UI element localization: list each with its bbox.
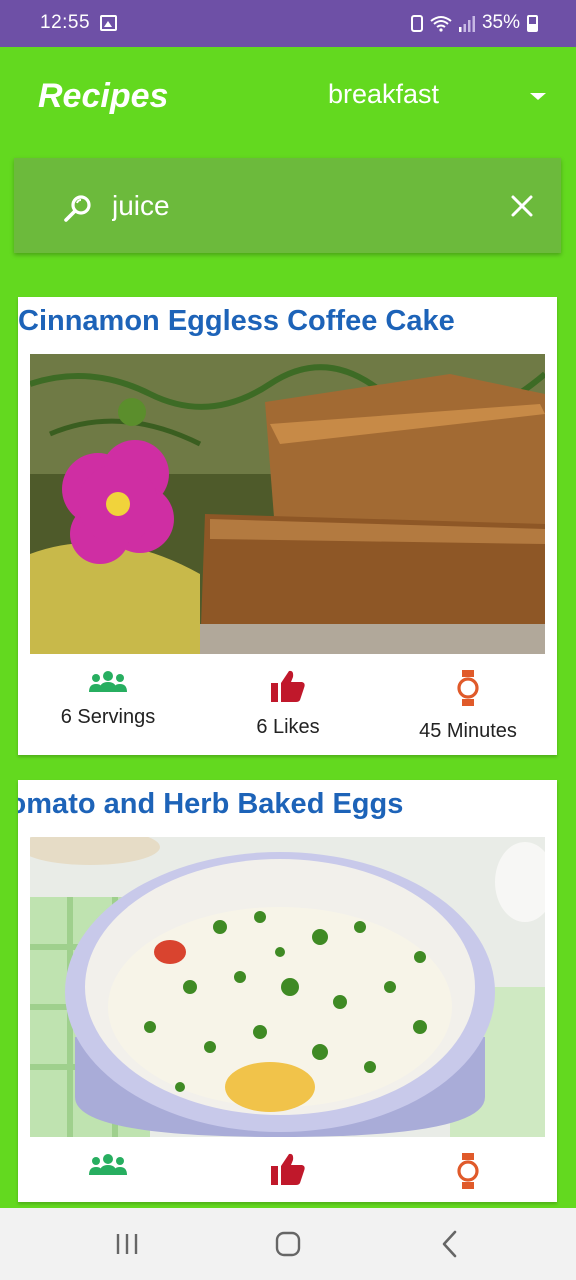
app-title: Recipes — [38, 77, 169, 115]
battery-percent: 35% — [481, 12, 520, 33]
category-selected-value: breakfast — [328, 79, 440, 109]
chevron-down-icon — [530, 93, 546, 100]
time-label: 45 Minutes — [419, 720, 517, 742]
servings-label: 6 Servings — [60, 706, 156, 728]
battery-saver-icon — [410, 14, 423, 32]
thumb-up-icon — [271, 670, 305, 702]
recipe-title: Cinnamon Eggless Coffee Cake — [18, 305, 455, 337]
search-input[interactable] — [112, 186, 492, 226]
home-icon[interactable] — [268, 1226, 308, 1262]
back-icon[interactable] — [430, 1226, 470, 1262]
recipe-card[interactable]: Cinnamon Eggless Coffee Cake 6 Servings … — [18, 297, 557, 755]
recipe-image[interactable] — [30, 354, 545, 654]
thumb-up-icon — [271, 1153, 305, 1185]
system-nav-bar — [0, 1208, 576, 1280]
wifi-icon — [430, 15, 452, 32]
servings-stat — [18, 1153, 198, 1175]
status-time: 12:55 — [40, 12, 91, 33]
recipe-stats — [18, 1153, 557, 1202]
signal-icon — [458, 15, 475, 32]
gallery-notification-icon — [100, 15, 117, 31]
app-bar: Recipes breakfast — [0, 47, 576, 147]
time-stat: 45 Minutes — [378, 670, 557, 743]
recipe-title: Tomato and Herb Baked Eggs — [18, 788, 404, 820]
search-icon[interactable] — [62, 192, 94, 224]
search-box — [14, 158, 561, 253]
likes-label: 6 Likes — [256, 716, 320, 738]
recipe-image[interactable] — [30, 837, 545, 1137]
recipe-card[interactable]: Tomato and Herb Baked Eggs — [18, 780, 557, 1202]
category-dropdown[interactable]: breakfast — [328, 79, 558, 115]
group-icon — [89, 671, 127, 692]
group-icon — [89, 1154, 127, 1175]
recent-apps-icon[interactable] — [107, 1226, 147, 1262]
servings-stat: 6 Servings — [18, 670, 198, 729]
watch-icon — [457, 1153, 479, 1189]
battery-icon — [527, 14, 538, 32]
close-icon[interactable] — [504, 188, 540, 224]
recipe-stats: 6 Servings 6 Likes 45 Minutes — [18, 670, 557, 750]
watch-icon — [457, 670, 479, 706]
status-bar: 12:55 35% — [0, 0, 576, 47]
likes-stat: 6 Likes — [198, 670, 378, 739]
likes-stat — [198, 1153, 378, 1185]
status-icons: 35% — [410, 12, 538, 34]
time-stat — [378, 1153, 557, 1189]
